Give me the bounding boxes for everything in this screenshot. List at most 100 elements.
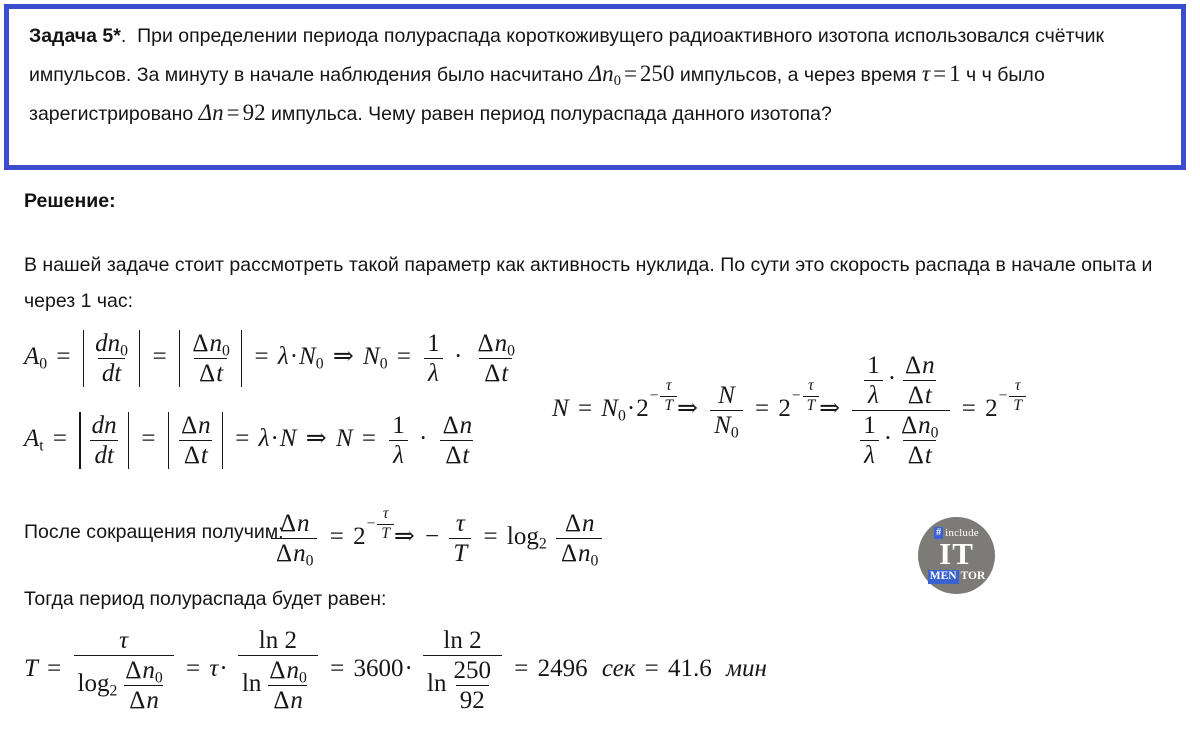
numeral-one: 1 (427, 330, 440, 357)
fraction-tau-over-T: τT (802, 377, 820, 414)
dot-operator: · (219, 655, 228, 683)
numeral-one: 1 (867, 352, 880, 379)
symbol-n: n (293, 540, 306, 567)
formula-final-halflife: T = τ log2 Δn0 Δn = τ· ln 2 ln Δn0 Δn = 3600… (24, 627, 767, 714)
fraction-tau-over-T: τ T (449, 510, 472, 567)
power-two-neg-tau-over-T: 2− τ T (985, 377, 1027, 423)
symbol-n: n (142, 657, 155, 684)
fraction-delta-n-over-delta-n0: Δn Δn0 (271, 510, 318, 569)
symbol-N: N (279, 425, 297, 453)
symbol-n: n (290, 687, 303, 714)
ln2-expression: ln 2 (443, 627, 482, 654)
subscript-0: 0 (507, 342, 515, 360)
equals-sign: = (254, 343, 269, 371)
symbol-n: n (459, 412, 473, 439)
symbol-t: t (501, 360, 509, 387)
symbol-d: d (91, 412, 105, 439)
implies-arrow: ⇒ (305, 425, 327, 453)
fraction-delta-n0-delta-t: Δn0 Δt (896, 412, 942, 469)
minus-sign: − (425, 523, 440, 551)
fraction-nested-ratio: 1 λ · Δn Δt 1 λ · Δn0 Δt (852, 352, 950, 469)
ratio-numerator: 250 (453, 657, 491, 684)
symbol-N: N (552, 395, 569, 423)
logo-men-text: MEN (927, 570, 959, 584)
absolute-value-dn0-dt: dn0 dt (83, 330, 141, 387)
problem-text-part-2: импульсов, а через время (679, 64, 917, 86)
symbol-d: d (95, 330, 108, 357)
subscript-t: t (39, 437, 44, 455)
dot-operator: · (404, 655, 413, 683)
power-two-neg-tau-over-T: 2− τ T (636, 377, 678, 423)
delta-n-symbol: Δn (198, 100, 224, 125)
problem-statement-text: Задача 5*. При определении периода полур… (9, 9, 1181, 133)
symbol-d: d (101, 360, 115, 387)
equals-sign: = (186, 655, 201, 683)
numeral-two: 2 (985, 395, 998, 423)
fraction-dn0-dt: dn0 dt (91, 330, 132, 387)
fraction-tau-over-log2: τ log2 Δn0 Δn (73, 627, 174, 714)
symbol-n: n (918, 412, 931, 439)
symbol-delta: Δ (484, 360, 501, 387)
fraction-delta-n-delta-t: Δn Δt (438, 412, 477, 469)
symbol-delta: Δ (560, 540, 578, 567)
equals-sign: = (47, 655, 62, 683)
symbol-lambda: λ (864, 442, 875, 469)
symbol-tau: τ (382, 505, 389, 523)
given-delta-n-expression: Δn = 92 (199, 100, 266, 125)
symbol-N: N (335, 425, 353, 453)
symbol-n: n (146, 687, 159, 714)
fraction-250-over-92: 250 92 (449, 657, 495, 714)
subscript-0: 0 (120, 342, 129, 360)
fraction-dn-dt: dn dt (88, 412, 121, 469)
equals-sign: = (644, 655, 659, 683)
fraction-delta-n0-over-delta-n: Δn0 Δn (264, 657, 310, 714)
power-two-neg-tau-over-T: 2− τ T (353, 505, 394, 551)
problem-statement-box: Задача 5*. При определении периода полур… (4, 4, 1186, 170)
formula-activity-at-time-t: At = dn dt = Δn Δt = λ·N ⇒ N = 1 λ · Δn … (24, 412, 479, 469)
subscript-0: 0 (617, 407, 626, 425)
numeral-one: 1 (863, 412, 876, 439)
subscript-0: 0 (930, 424, 939, 442)
fraction-tau-over-T: τT (660, 377, 678, 414)
symbol-tau: τ (455, 510, 465, 537)
minus-sign: − (998, 387, 1008, 405)
symbol-T: T (381, 524, 390, 542)
symbol-n: n (581, 510, 595, 537)
symbol-N: N (601, 395, 618, 423)
symbol-N: N (718, 382, 735, 409)
fraction-N-over-N0: N N0 (710, 382, 743, 441)
ln-operator: ln (427, 670, 447, 698)
equals-sign: = (56, 343, 71, 371)
problem-label-suffix: . (120, 25, 127, 47)
logo-mentor-row: MEN TOR (927, 570, 985, 584)
subscript-0: 0 (298, 669, 307, 687)
equals-sign: = (623, 61, 637, 86)
equals-sign: = (396, 343, 411, 371)
equals-sign: = (330, 655, 345, 683)
symbol-n: n (209, 330, 223, 357)
formula-decay-law: N = N0·2− τ T ⇒ N N0 = 2− τ T ⇒ 1 λ · Δn Δt … (552, 352, 1027, 469)
fraction-delta-n-delta-t: Δn Δt (900, 352, 939, 409)
fraction-ln2-over-ln-ratio: ln 2 ln Δn0 Δn (237, 627, 318, 714)
symbol-n: n (107, 330, 121, 357)
result-seconds-value: 2496 (537, 655, 588, 683)
symbol-N: N (299, 343, 316, 371)
subscript-0: 0 (154, 669, 163, 687)
equals-sign: = (235, 425, 250, 453)
symbol-delta: Δ (199, 360, 216, 387)
problem-label: Задача 5* (29, 25, 121, 47)
fraction-tau-over-T: τT (1009, 377, 1027, 414)
symbol-A: A (24, 343, 40, 371)
symbol-d: d (94, 442, 107, 469)
symbol-n: n (198, 412, 211, 439)
symbol-T: T (453, 540, 468, 567)
symbol-T: T (1013, 396, 1023, 414)
power-two-neg-tau-over-T: 2− τ T (778, 377, 820, 423)
symbol-lambda: λ (868, 382, 879, 409)
fraction-one-over-lambda: 1 λ (863, 352, 884, 409)
dot-operator: · (626, 395, 636, 423)
equals-sign: = (141, 425, 156, 453)
numeral-one: 1 (392, 412, 405, 439)
symbol-lambda: λ (428, 360, 439, 387)
fraction-one-over-lambda: 1 λ (859, 412, 880, 469)
